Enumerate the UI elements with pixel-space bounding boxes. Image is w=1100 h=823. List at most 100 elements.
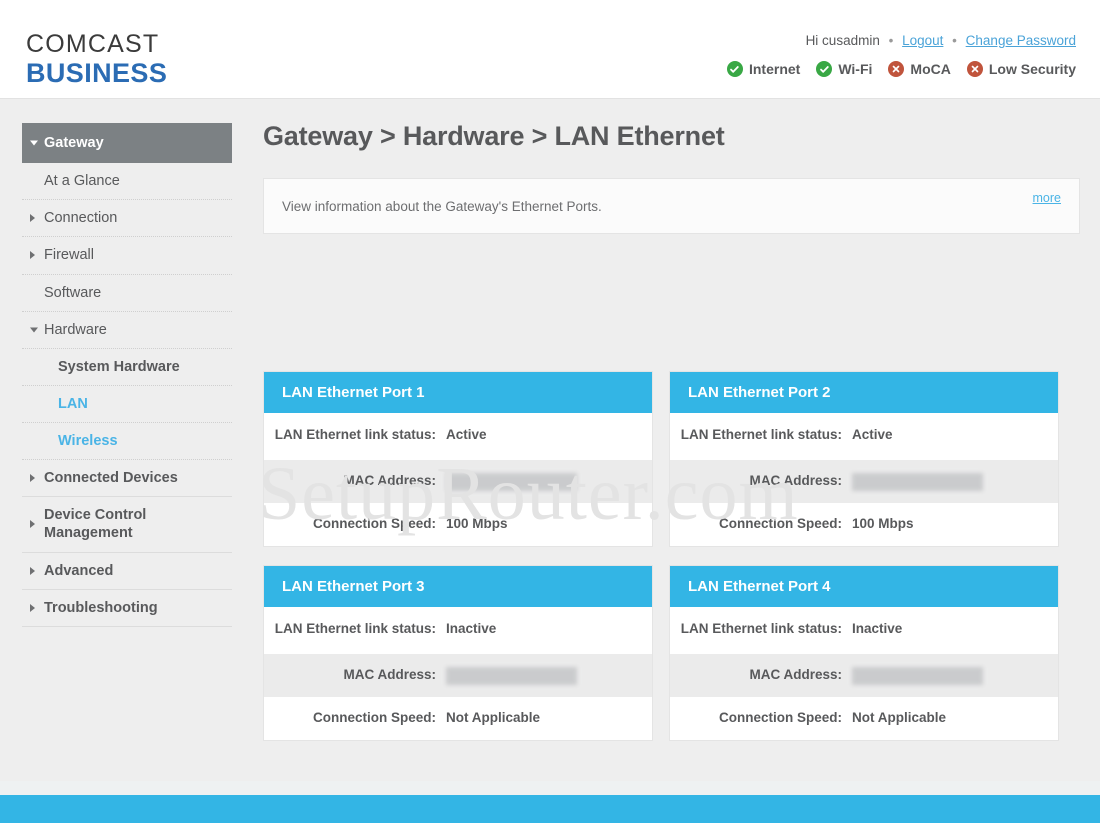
row-value-mac-address [436, 665, 652, 686]
sidebar-label-connected-devices: Connected Devices [44, 470, 178, 487]
sidebar-navigation: Gateway At a Glance Connection Firewall … [22, 123, 232, 627]
row-label-link-status: LAN Ethernet link status: [274, 427, 436, 442]
sidebar-label-software: Software [44, 284, 102, 301]
page-header: COMCAST BUSINESS Hi cusadmin • Logout • … [0, 0, 1100, 99]
separator-dot-1: • [888, 33, 894, 48]
redaction-bar [852, 667, 983, 686]
table-row: LAN Ethernet link status: Inactive [264, 607, 652, 654]
separator-dot-2: • [952, 33, 957, 48]
page-body: Gateway At a Glance Connection Firewall … [0, 99, 1100, 795]
table-row: MAC Address: [264, 459, 652, 503]
sidebar-item-wireless[interactable]: Wireless [22, 423, 232, 461]
page-title: Gateway > Hardware > LAN Ethernet [263, 121, 725, 151]
table-row: Connection Speed: Not Applicable [670, 697, 1058, 740]
status-label-moca: MoCA [910, 61, 951, 77]
row-label-link-status: LAN Ethernet link status: [680, 427, 842, 442]
table-row: LAN Ethernet link status: Inactive [670, 607, 1058, 654]
comcast-business-logo: COMCAST BUSINESS [26, 32, 167, 87]
footer-spacer [0, 781, 1100, 795]
port-card-body: LAN Ethernet link status: Inactive MAC A… [670, 607, 1058, 740]
row-label-mac-address: MAC Address: [749, 472, 842, 488]
sidebar-item-firewall[interactable]: Firewall [22, 237, 232, 275]
sidebar-item-advanced[interactable]: Advanced [22, 553, 232, 590]
sidebar-item-hardware[interactable]: Hardware [22, 312, 232, 349]
row-value-mac-address [842, 665, 1058, 686]
sidebar-item-lan[interactable]: LAN [22, 386, 232, 423]
sidebar-item-connected-devices[interactable]: Connected Devices [22, 460, 232, 498]
port-card-title: LAN Ethernet Port 1 [264, 372, 652, 413]
sidebar-item-troubleshooting[interactable]: Troubleshooting [22, 590, 232, 627]
sidebar-label-connection: Connection [44, 210, 118, 227]
change-password-link[interactable]: Change Password [966, 33, 1076, 48]
sidebar-label-hardware: Hardware [44, 321, 107, 338]
chevron-right-icon [30, 566, 35, 575]
row-label-connection-speed: Connection Speed: [312, 515, 436, 531]
sidebar-label-wireless: Wireless [58, 433, 118, 449]
sidebar-item-device-control-management[interactable]: Device Control Management [22, 497, 232, 553]
row-value-connection-speed: 100 Mbps [446, 515, 508, 531]
row-label-mac-address: MAC Address: [343, 666, 436, 682]
logo-text-business: BUSINESS [26, 58, 168, 88]
logo-text-comcast: COMCAST [26, 30, 160, 58]
redaction-bar [446, 667, 577, 686]
table-row: MAC Address: [670, 459, 1058, 503]
check-circle-icon [816, 61, 833, 77]
main-content: Gateway > Hardware > LAN Ethernet View i… [263, 99, 1080, 234]
sidebar-label-at-a-glance: At a Glance [44, 173, 120, 190]
user-account-bar: Hi cusadmin • Logout • Change Password [806, 33, 1076, 48]
row-value-connection-speed: 100 Mbps [852, 515, 914, 531]
row-label-connection-speed: Connection Speed: [718, 709, 842, 725]
greeting-text: Hi cusadmin [805, 33, 880, 48]
chevron-down-icon [30, 327, 38, 333]
row-value-link-status: Inactive [852, 620, 903, 636]
status-label-low-security: Low Security [988, 61, 1076, 77]
redaction-bar [852, 473, 983, 492]
port-card: LAN Ethernet Port 1 LAN Ethernet link st… [263, 371, 653, 547]
status-indicator-internet[interactable]: Internet [726, 61, 800, 77]
row-label-mac-address: MAC Address: [749, 666, 842, 682]
sidebar-label-system-hardware: System Hardware [58, 358, 180, 375]
sidebar-item-software[interactable]: Software [22, 275, 232, 312]
sidebar-item-system-hardware[interactable]: System Hardware [22, 349, 232, 386]
row-value-connection-speed: Not Applicable [852, 709, 947, 725]
sidebar-label-lan: LAN [58, 395, 88, 412]
row-value-link-status: Active [852, 427, 893, 442]
sidebar-label-gateway: Gateway [44, 135, 104, 151]
row-label-link-status: LAN Ethernet link status: [680, 620, 842, 636]
table-row: MAC Address: [670, 653, 1058, 697]
sidebar-label-firewall: Firewall [44, 247, 94, 264]
chevron-right-icon [30, 474, 35, 483]
table-row: LAN Ethernet link status: Active [264, 413, 652, 460]
status-label-wifi: Wi-Fi [838, 61, 873, 77]
row-value-connection-speed: Not Applicable [446, 709, 541, 725]
table-row: Connection Speed: Not Applicable [264, 697, 652, 740]
table-row: LAN Ethernet link status: Active [670, 413, 1058, 460]
status-indicator-wifi[interactable]: Wi-Fi [816, 61, 872, 77]
port-card-title: LAN Ethernet Port 4 [670, 565, 1058, 607]
port-card: LAN Ethernet Port 2 LAN Ethernet link st… [669, 371, 1059, 547]
row-label-connection-speed: Connection Speed: [718, 515, 842, 531]
port-card-body: LAN Ethernet link status: Active MAC Add… [264, 413, 652, 546]
chevron-right-icon [30, 520, 35, 529]
check-circle-icon [726, 61, 743, 77]
chevron-right-icon [30, 603, 35, 612]
more-link[interactable]: more [1033, 191, 1061, 205]
row-label-connection-speed: Connection Speed: [312, 709, 436, 725]
info-banner-text: View information about the Gateway's Eth… [282, 198, 602, 214]
sidebar-item-gateway[interactable]: Gateway [22, 123, 232, 164]
row-value-link-status: Active [446, 427, 487, 442]
sidebar-item-at-a-glance[interactable]: At a Glance [22, 163, 232, 201]
row-label-mac-address: MAC Address: [343, 472, 436, 488]
chevron-right-icon [30, 214, 35, 223]
logout-link[interactable]: Logout [902, 33, 943, 48]
port-card-title: LAN Ethernet Port 3 [264, 565, 652, 607]
chevron-down-icon [30, 140, 38, 146]
row-value-mac-address [436, 471, 652, 492]
status-indicator-low-security[interactable]: Low Security [966, 61, 1076, 77]
sidebar-item-connection[interactable]: Connection [22, 200, 232, 238]
chevron-right-icon [30, 251, 35, 260]
status-indicator-bar: Internet Wi-Fi MoCA Low Security [726, 61, 1076, 77]
status-indicator-moca[interactable]: MoCA [888, 61, 951, 77]
table-row: Connection Speed: 100 Mbps [670, 503, 1058, 546]
port-card-title: LAN Ethernet Port 2 [670, 372, 1058, 413]
